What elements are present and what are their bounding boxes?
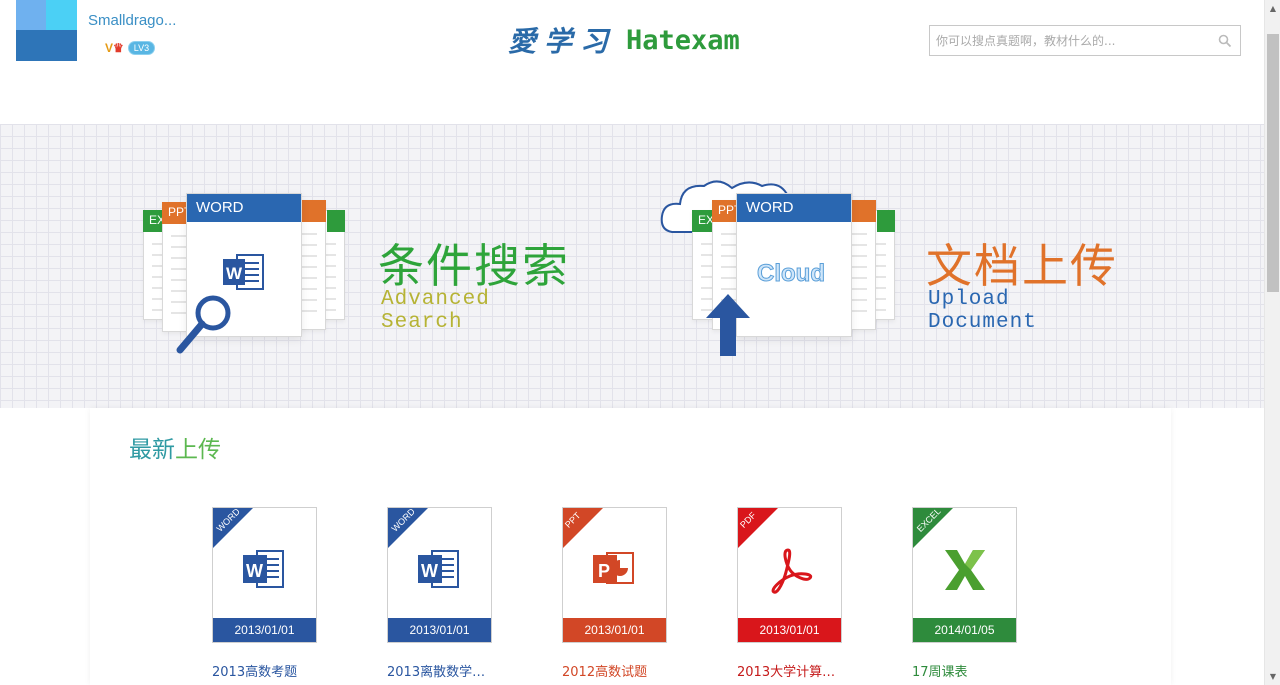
upload-document-feature[interactable]: EXCEL PPT WORD Cloud 文档上传 Upload Documen…: [660, 174, 1130, 382]
orange-tab: [850, 200, 876, 222]
scroll-down-arrow-icon[interactable]: ▼: [1265, 668, 1280, 685]
search-input[interactable]: [930, 26, 1210, 55]
username-link[interactable]: Smalldrago...: [88, 12, 176, 29]
file-name-link[interactable]: 2012高数试题: [562, 661, 667, 680]
file-name-link[interactable]: 2013离散数学…: [387, 661, 492, 680]
file-date: 2013/01/01: [738, 618, 841, 642]
file-name-link[interactable]: 17周课表: [912, 661, 1017, 680]
advanced-search-subtitle: Advanced Search: [381, 288, 490, 334]
file-item[interactable]: PDF 2013/01/01 2013大学计算…: [737, 507, 842, 680]
scroll-thumb[interactable]: [1267, 34, 1279, 292]
file-card[interactable]: WORD W 2013/01/01: [212, 507, 317, 643]
file-date: 2013/01/01: [213, 618, 316, 642]
user-avatar[interactable]: [16, 0, 77, 61]
upload-document-title: 文档上传: [926, 239, 1118, 293]
file-card[interactable]: EXCEL 2014/01/05: [912, 507, 1017, 643]
file-item[interactable]: PPT P 2013/01/01 2012高数试题: [562, 507, 667, 680]
word-tab: WORD: [187, 194, 301, 222]
green-tab: [877, 210, 895, 232]
user-badges: V♛ LV3: [105, 40, 156, 56]
vip-badge-icon: V♛: [105, 41, 124, 55]
brand-en: Hatexam: [626, 24, 740, 56]
file-item[interactable]: EXCEL 2014/01/05 17周课表: [912, 507, 1017, 680]
level-badge-icon: LV3: [127, 41, 156, 55]
green-tab: [327, 210, 345, 232]
site-logo[interactable]: 愛学习 Hatexam: [508, 22, 740, 59]
avatar-tile: [46, 0, 77, 30]
upload-document-subtitle: Upload Document: [928, 288, 1037, 334]
file-name-link[interactable]: 2013高数考题: [212, 661, 317, 680]
file-card[interactable]: PPT P 2013/01/01: [562, 507, 667, 643]
file-item[interactable]: WORD W 2013/01/01 2013高数考题: [212, 507, 317, 680]
file-card[interactable]: WORD W 2013/01/01: [387, 507, 492, 643]
file-card[interactable]: PDF 2013/01/01: [737, 507, 842, 643]
svg-text:P: P: [598, 561, 610, 581]
search-icon[interactable]: [1218, 34, 1232, 48]
cloud-label: Cloud: [757, 260, 826, 288]
file-date: 2014/01/05: [913, 618, 1016, 642]
upload-arrow-icon: [706, 294, 750, 356]
feature-banner: EXCEL PPT WORD W: [0, 124, 1264, 408]
section-title: 最新上传: [129, 437, 221, 463]
powerpoint-icon: P: [593, 552, 634, 584]
acrobat-icon: [771, 548, 813, 594]
advanced-search-feature[interactable]: EXCEL PPT WORD W: [140, 192, 580, 382]
avatar-tile: [16, 30, 77, 61]
advanced-search-title: 条件搜索: [378, 239, 570, 293]
latest-uploads-section: 最新上传 WORD W 2013/01/01 2013高数考题 WORD W 2…: [90, 408, 1171, 685]
file-name-link[interactable]: 2013大学计算…: [737, 661, 842, 680]
word-icon: W: [418, 550, 459, 588]
orange-tab: [300, 200, 326, 222]
word-icon: W: [223, 254, 264, 290]
header: Smalldrago... V♛ LV3 愛学习 Hatexam: [0, 0, 1264, 124]
scroll-up-arrow-icon[interactable]: ▲: [1265, 0, 1280, 17]
svg-text:W: W: [246, 561, 263, 581]
page-scrollbar[interactable]: ▲ ▼: [1264, 0, 1280, 685]
brand-cn: 愛学习: [508, 25, 617, 58]
magnifier-icon: [176, 295, 231, 354]
excel-icon: [945, 550, 985, 590]
avatar-tile: [16, 0, 46, 30]
search-box: [929, 25, 1241, 56]
file-date: 2013/01/01: [388, 618, 491, 642]
file-item[interactable]: WORD W 2013/01/01 2013离散数学…: [387, 507, 492, 680]
svg-text:W: W: [226, 264, 243, 283]
file-date: 2013/01/01: [563, 618, 666, 642]
word-tab: WORD: [737, 194, 851, 222]
word-icon: W: [243, 550, 284, 588]
svg-text:W: W: [421, 561, 438, 581]
